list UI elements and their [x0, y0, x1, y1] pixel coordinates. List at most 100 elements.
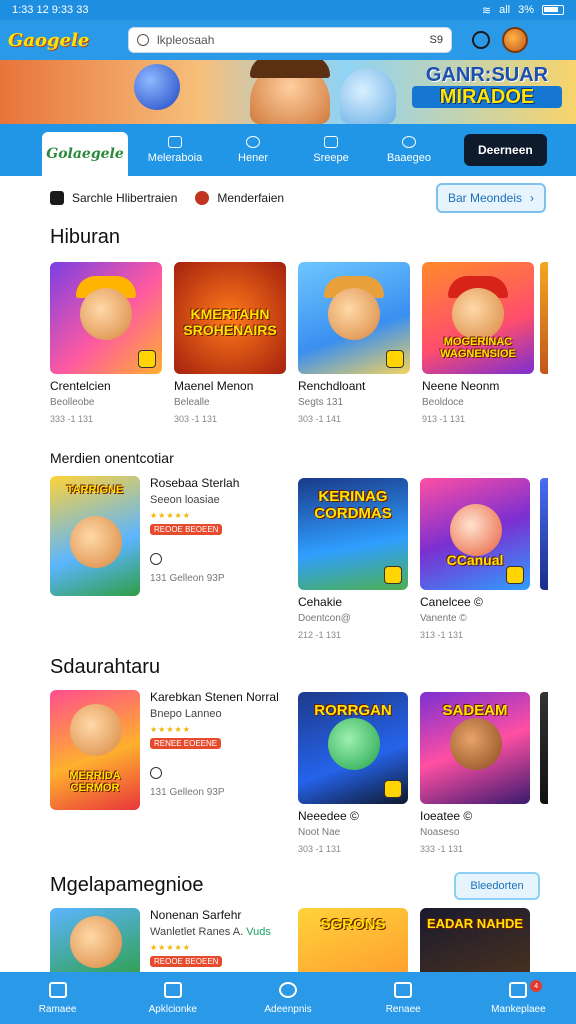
game-card[interactable]: CCanual Canelcee © Vanente © 313 -1 131: [420, 478, 530, 640]
game-name: Crentelcien: [50, 379, 111, 393]
game-thumbnail: [298, 262, 410, 374]
heart-icon[interactable]: [150, 767, 162, 779]
bottom-tab-home[interactable]: Ramaee: [0, 972, 115, 1024]
promo-badge: REOOE BEOEEN: [150, 524, 223, 535]
game-thumbnail: KMERTAHN SROHENAIRS: [174, 262, 286, 374]
character-illustration: [450, 718, 502, 770]
promo-badge: RENEE EOEENE: [150, 738, 222, 749]
hiburan-row: Crentelcien Beolleobe 333 -1 131 KMERTAH…: [50, 262, 534, 424]
nav-item-3[interactable]: Sreepe: [292, 136, 370, 164]
nav-item-4[interactable]: Baaegeo: [370, 136, 448, 164]
game-thumb-text: RORRGAN: [314, 702, 392, 719]
featured-game-card[interactable]: TARRIGNE Rosebaa Sterlah Seeon loasiae ★…: [50, 476, 286, 600]
character-illustration: [452, 288, 504, 340]
game-card[interactable]: SGRONS: [298, 908, 408, 972]
game-name: Neeedee ©: [298, 809, 359, 823]
grid-icon: [163, 981, 182, 998]
game-card[interactable]: Crentelcien Beolleobe 333 -1 131: [50, 262, 162, 424]
game-developer: Segts 131: [298, 397, 344, 408]
character-illustration: [450, 504, 502, 556]
game-thumb-text: TARRIGNE: [66, 484, 124, 496]
home-icon: [48, 981, 67, 998]
game-card[interactable]: Renchdloant Segts 131 303 -1 141: [298, 262, 410, 424]
book-icon: [394, 981, 413, 998]
character-illustration: [328, 288, 380, 340]
rating-stars: ★★★★★: [150, 943, 191, 952]
bottom-tab-apps[interactable]: Apklcionke: [115, 972, 230, 1024]
promo-banner[interactable]: GANR:SUAR MIRADOE: [0, 60, 576, 124]
search-shortcut[interactable]: S9: [430, 34, 443, 46]
mascot-illustration: [340, 68, 396, 124]
game-stats: 212 -1 131: [298, 630, 342, 640]
game-thumb-text: KERINAG CORDMAS: [314, 488, 392, 522]
game-badge-icon: [384, 566, 402, 584]
next-card-peek[interactable]: [540, 692, 548, 804]
bottom-tab-label: Mankeplaee: [491, 1003, 546, 1015]
game-thumbnail: SADEAM: [420, 692, 530, 804]
game-card[interactable]: KMERTAHN SROHENAIRS Maenel Menon Beleall…: [174, 262, 286, 424]
rating-stars: ★★★★★: [150, 725, 191, 734]
game-name: Neene Neonm: [422, 379, 500, 393]
game-developer: Noot Nae: [298, 827, 341, 838]
filter-chip-2[interactable]: Menderfaien: [217, 191, 284, 205]
nav-cta-button[interactable]: Deerneen: [464, 134, 547, 166]
search-icon: [279, 981, 297, 998]
game-card[interactable]: SADEAM Ioeatee © Noaseso 333 -1 131: [420, 692, 530, 854]
search-placeholder: lkpleosaah: [157, 33, 215, 47]
game-card[interactable]: MOGERINAC WAGNENSIOE Neene Neonm Beoldoc…: [422, 262, 534, 424]
bottom-tab-library[interactable]: Renaee: [346, 972, 461, 1024]
next-card-peek[interactable]: [540, 478, 548, 590]
nav-item-label: Hener: [238, 152, 268, 164]
banner-title-line1: GANR:SUAR: [425, 64, 549, 86]
game-stats: 303 -1 141: [298, 414, 342, 424]
bottom-tab-label: Adeenpnis: [264, 1003, 312, 1015]
search-icon: [137, 34, 149, 46]
promo-badge: REOOE BEOEEN: [150, 956, 223, 967]
game-thumbnail: MERRIDA CERMOR: [50, 690, 140, 810]
game-developer: Beoldoce: [422, 397, 464, 408]
avatar[interactable]: [502, 27, 528, 53]
game-stats: 131 Gelleon 93P: [150, 787, 225, 798]
section-title-recommended: Merdien onentcotiar: [50, 450, 174, 466]
search-input[interactable]: lkpleosaah S9: [128, 27, 452, 53]
filter-button-label: Bar Meondeis: [447, 191, 522, 205]
game-thumb-text: MERRIDA CERMOR: [69, 770, 121, 794]
filter-chip-1[interactable]: Sarchle Hlibertraien: [72, 191, 177, 205]
see-more-button[interactable]: Bleedorten: [454, 872, 540, 900]
recommended-row: KERINAG CORDMAS Cehakie Doentcon@ 212 -1…: [298, 478, 530, 640]
filter-icon: [50, 191, 64, 205]
bottom-nav: Ramaee Apklcionke Adeenpnis Renaee 4 Man…: [0, 972, 576, 1024]
nav-logo-tab[interactable]: Golaegele: [42, 132, 128, 176]
featured-game-card[interactable]: MERRIDA CERMOR Karebkan Stenen Norral Bn…: [50, 690, 286, 814]
bottom-tab-label: Ramaee: [38, 1003, 77, 1015]
bottom-tab-search[interactable]: Adeenpnis: [230, 972, 345, 1024]
game-stats: 333 -1 131: [50, 414, 94, 424]
game-developer: Noaseso: [420, 827, 460, 838]
game-card[interactable]: KERINAG CORDMAS Cehakie Doentcon@ 212 -1…: [298, 478, 408, 640]
character-illustration: [70, 916, 122, 968]
filter-button[interactable]: Bar Meondeis ›: [435, 183, 546, 213]
pen-icon: [324, 136, 338, 148]
game-thumb-text: MOGERINAC WAGNENSIOE: [440, 336, 516, 360]
game-card[interactable]: EADAR NAHDE: [420, 908, 530, 972]
game-thumbnail: TARRIGNE: [50, 476, 140, 596]
game-name: Canelcee ©: [420, 595, 483, 609]
game-stats: 131 Gelleon 93P: [150, 573, 225, 584]
next-card-peek[interactable]: [540, 262, 548, 374]
game-card[interactable]: RORRGAN Neeedee © Noot Nae 303 -1 131: [298, 692, 408, 854]
heart-icon[interactable]: [150, 553, 162, 565]
game-tag: Vuds: [246, 926, 271, 938]
featured-game-card[interactable]: Nonenan Sarfehr Wanletlet Ranes A. Vuds …: [50, 908, 286, 972]
nav-item-1[interactable]: Meleraboia: [136, 136, 214, 164]
battery-icon: [542, 5, 564, 15]
character-illustration: [70, 704, 122, 756]
app-logo[interactable]: Gaogele: [8, 30, 118, 51]
game-thumb-text: EADAR NAHDE: [426, 916, 524, 931]
rating-stars: ★★★★★: [150, 511, 191, 520]
section-title-hiburan: Hiburan: [50, 226, 121, 248]
filter-icon: [195, 191, 210, 205]
user-icon[interactable]: [472, 31, 490, 49]
hero-hair-illustration: [250, 60, 330, 78]
nav-item-2[interactable]: Hener: [214, 136, 292, 164]
bottom-tab-market[interactable]: 4 Mankeplaee: [461, 972, 576, 1024]
